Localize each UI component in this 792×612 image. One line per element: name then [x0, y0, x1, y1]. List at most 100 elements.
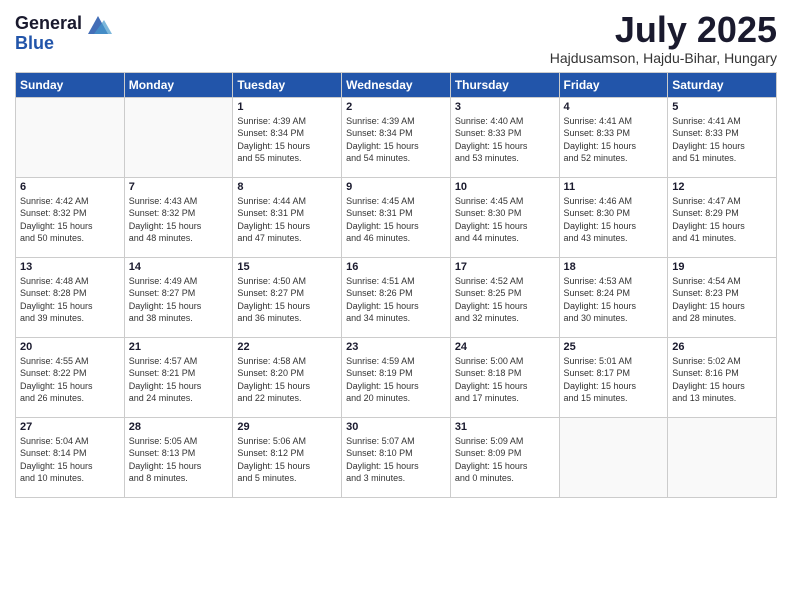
- day-number: 7: [129, 181, 229, 193]
- day-number: 25: [564, 341, 664, 353]
- day-number: 13: [20, 261, 120, 273]
- day-number: 9: [346, 181, 446, 193]
- day-number: 1: [237, 101, 337, 113]
- calendar-week-row: 20 Sunrise: 4:55 AM Sunset: 8:22 PM Dayli…: [16, 337, 777, 417]
- calendar-cell: [559, 417, 668, 497]
- day-number: 16: [346, 261, 446, 273]
- day-number: 31: [455, 421, 555, 433]
- day-number: 11: [564, 181, 664, 193]
- day-number: 2: [346, 101, 446, 113]
- day-number: 3: [455, 101, 555, 113]
- day-info: Sunrise: 4:49 AM Sunset: 8:27 PM Dayligh…: [129, 275, 229, 325]
- calendar-header-row: SundayMondayTuesdayWednesdayThursdayFrid…: [16, 72, 777, 97]
- calendar-week-row: 13 Sunrise: 4:48 AM Sunset: 8:28 PM Dayli…: [16, 257, 777, 337]
- day-info: Sunrise: 4:50 AM Sunset: 8:27 PM Dayligh…: [237, 275, 337, 325]
- month-title: July 2025: [550, 10, 777, 50]
- calendar-cell: 31 Sunrise: 5:09 AM Sunset: 8:09 PM Dayli…: [450, 417, 559, 497]
- calendar-cell: 15 Sunrise: 4:50 AM Sunset: 8:27 PM Dayli…: [233, 257, 342, 337]
- day-number: 24: [455, 341, 555, 353]
- day-info: Sunrise: 4:45 AM Sunset: 8:31 PM Dayligh…: [346, 195, 446, 245]
- calendar: SundayMondayTuesdayWednesdayThursdayFrid…: [15, 72, 777, 498]
- calendar-header-sunday: Sunday: [16, 72, 125, 97]
- day-number: 5: [672, 101, 772, 113]
- calendar-cell: 7 Sunrise: 4:43 AM Sunset: 8:32 PM Daylig…: [124, 177, 233, 257]
- logo-general: General: [15, 14, 82, 34]
- day-number: 10: [455, 181, 555, 193]
- day-number: 27: [20, 421, 120, 433]
- day-info: Sunrise: 5:09 AM Sunset: 8:09 PM Dayligh…: [455, 435, 555, 485]
- day-number: 29: [237, 421, 337, 433]
- calendar-cell: [16, 97, 125, 177]
- calendar-header-friday: Friday: [559, 72, 668, 97]
- day-info: Sunrise: 5:00 AM Sunset: 8:18 PM Dayligh…: [455, 355, 555, 405]
- day-info: Sunrise: 5:04 AM Sunset: 8:14 PM Dayligh…: [20, 435, 120, 485]
- day-info: Sunrise: 4:40 AM Sunset: 8:33 PM Dayligh…: [455, 115, 555, 165]
- day-number: 6: [20, 181, 120, 193]
- day-number: 8: [237, 181, 337, 193]
- day-number: 20: [20, 341, 120, 353]
- calendar-header-tuesday: Tuesday: [233, 72, 342, 97]
- logo-blue: Blue: [15, 34, 54, 54]
- day-info: Sunrise: 4:41 AM Sunset: 8:33 PM Dayligh…: [564, 115, 664, 165]
- day-info: Sunrise: 4:44 AM Sunset: 8:31 PM Dayligh…: [237, 195, 337, 245]
- day-number: 19: [672, 261, 772, 273]
- day-info: Sunrise: 5:05 AM Sunset: 8:13 PM Dayligh…: [129, 435, 229, 485]
- calendar-cell: 26 Sunrise: 5:02 AM Sunset: 8:16 PM Dayli…: [668, 337, 777, 417]
- day-info: Sunrise: 4:55 AM Sunset: 8:22 PM Dayligh…: [20, 355, 120, 405]
- day-info: Sunrise: 4:45 AM Sunset: 8:30 PM Dayligh…: [455, 195, 555, 245]
- calendar-cell: 10 Sunrise: 4:45 AM Sunset: 8:30 PM Dayli…: [450, 177, 559, 257]
- day-info: Sunrise: 5:07 AM Sunset: 8:10 PM Dayligh…: [346, 435, 446, 485]
- calendar-cell: 22Sunrise: 4:58 AM Sunset: 8:20 PM Dayli…: [233, 337, 342, 417]
- calendar-header-thursday: Thursday: [450, 72, 559, 97]
- header: General Blue July 2025 Hajdusamson, Hajd…: [15, 10, 777, 66]
- day-info: Sunrise: 4:39 AM Sunset: 8:34 PM Dayligh…: [237, 115, 337, 165]
- calendar-cell: 18Sunrise: 4:53 AM Sunset: 8:24 PM Dayli…: [559, 257, 668, 337]
- calendar-header-monday: Monday: [124, 72, 233, 97]
- day-info: Sunrise: 4:53 AM Sunset: 8:24 PM Dayligh…: [564, 275, 664, 325]
- calendar-cell: 17 Sunrise: 4:52 AM Sunset: 8:25 PM Dayli…: [450, 257, 559, 337]
- calendar-cell: 2 Sunrise: 4:39 AM Sunset: 8:34 PM Daylig…: [342, 97, 451, 177]
- day-info: Sunrise: 4:39 AM Sunset: 8:34 PM Dayligh…: [346, 115, 446, 165]
- calendar-cell: 27 Sunrise: 5:04 AM Sunset: 8:14 PM Dayli…: [16, 417, 125, 497]
- calendar-cell: 13 Sunrise: 4:48 AM Sunset: 8:28 PM Dayli…: [16, 257, 125, 337]
- calendar-cell: 14 Sunrise: 4:49 AM Sunset: 8:27 PM Dayli…: [124, 257, 233, 337]
- calendar-cell: 28Sunrise: 5:05 AM Sunset: 8:13 PM Dayli…: [124, 417, 233, 497]
- day-info: Sunrise: 4:57 AM Sunset: 8:21 PM Dayligh…: [129, 355, 229, 405]
- day-info: Sunrise: 5:01 AM Sunset: 8:17 PM Dayligh…: [564, 355, 664, 405]
- day-info: Sunrise: 4:59 AM Sunset: 8:19 PM Dayligh…: [346, 355, 446, 405]
- day-number: 15: [237, 261, 337, 273]
- calendar-cell: 23 Sunrise: 4:59 AM Sunset: 8:19 PM Dayli…: [342, 337, 451, 417]
- calendar-week-row: 1 Sunrise: 4:39 AM Sunset: 8:34 PM Daylig…: [16, 97, 777, 177]
- day-info: Sunrise: 4:43 AM Sunset: 8:32 PM Dayligh…: [129, 195, 229, 245]
- day-number: 21: [129, 341, 229, 353]
- calendar-cell: 12Sunrise: 4:47 AM Sunset: 8:29 PM Dayli…: [668, 177, 777, 257]
- calendar-cell: 21 Sunrise: 4:57 AM Sunset: 8:21 PM Dayli…: [124, 337, 233, 417]
- calendar-cell: 8 Sunrise: 4:44 AM Sunset: 8:31 PM Daylig…: [233, 177, 342, 257]
- calendar-cell: 1 Sunrise: 4:39 AM Sunset: 8:34 PM Daylig…: [233, 97, 342, 177]
- day-info: Sunrise: 4:54 AM Sunset: 8:23 PM Dayligh…: [672, 275, 772, 325]
- calendar-header-saturday: Saturday: [668, 72, 777, 97]
- day-info: Sunrise: 4:42 AM Sunset: 8:32 PM Dayligh…: [20, 195, 120, 245]
- calendar-cell: 9 Sunrise: 4:45 AM Sunset: 8:31 PM Daylig…: [342, 177, 451, 257]
- day-info: Sunrise: 4:46 AM Sunset: 8:30 PM Dayligh…: [564, 195, 664, 245]
- calendar-cell: [124, 97, 233, 177]
- location: Hajdusamson, Hajdu-Bihar, Hungary: [550, 50, 777, 66]
- day-number: 17: [455, 261, 555, 273]
- calendar-cell: 25 Sunrise: 5:01 AM Sunset: 8:17 PM Dayli…: [559, 337, 668, 417]
- calendar-cell: 19 Sunrise: 4:54 AM Sunset: 8:23 PM Dayli…: [668, 257, 777, 337]
- day-info: Sunrise: 4:48 AM Sunset: 8:28 PM Dayligh…: [20, 275, 120, 325]
- day-info: Sunrise: 5:02 AM Sunset: 8:16 PM Dayligh…: [672, 355, 772, 405]
- calendar-cell: 29 Sunrise: 5:06 AM Sunset: 8:12 PM Dayli…: [233, 417, 342, 497]
- day-number: 12: [672, 181, 772, 193]
- day-info: Sunrise: 4:52 AM Sunset: 8:25 PM Dayligh…: [455, 275, 555, 325]
- calendar-header-wednesday: Wednesday: [342, 72, 451, 97]
- day-info: Sunrise: 5:06 AM Sunset: 8:12 PM Dayligh…: [237, 435, 337, 485]
- calendar-cell: 16Sunrise: 4:51 AM Sunset: 8:26 PM Dayli…: [342, 257, 451, 337]
- logo-icon: [84, 10, 112, 38]
- day-number: 23: [346, 341, 446, 353]
- calendar-cell: 24 Sunrise: 5:00 AM Sunset: 8:18 PM Dayli…: [450, 337, 559, 417]
- day-number: 14: [129, 261, 229, 273]
- calendar-cell: 20 Sunrise: 4:55 AM Sunset: 8:22 PM Dayli…: [16, 337, 125, 417]
- logo: General Blue: [15, 10, 112, 54]
- day-number: 26: [672, 341, 772, 353]
